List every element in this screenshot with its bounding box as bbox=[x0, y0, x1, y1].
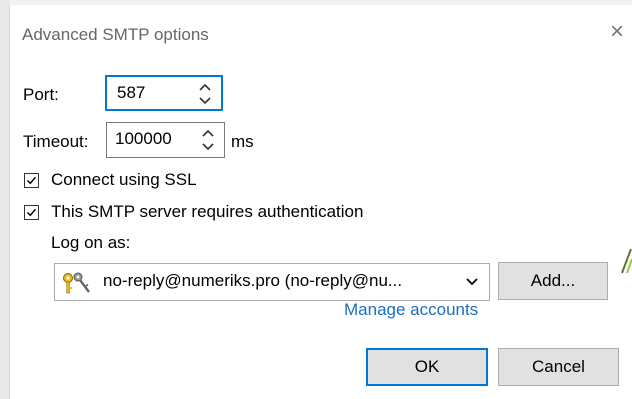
port-spinner[interactable]: 587 bbox=[105, 75, 223, 111]
timeout-label: Timeout: bbox=[23, 132, 89, 151]
add-account-button[interactable]: Add... bbox=[498, 262, 608, 300]
timeout-unit-label: ms bbox=[231, 132, 254, 151]
timeout-value[interactable]: 100000 bbox=[115, 129, 172, 149]
logon-label: Log on as: bbox=[51, 233, 131, 252]
background-arrow-fragment bbox=[621, 248, 632, 274]
keys-icon bbox=[63, 272, 90, 294]
checkmark-icon bbox=[26, 176, 37, 185]
ok-button[interactable]: OK bbox=[366, 348, 488, 386]
timeout-spinner[interactable]: 100000 bbox=[106, 122, 225, 158]
spin-arrows-icon[interactable] bbox=[200, 125, 216, 155]
manage-accounts-link[interactable]: Manage accounts bbox=[344, 300, 478, 320]
chevron-down-icon[interactable] bbox=[465, 277, 479, 287]
auth-checkbox[interactable] bbox=[24, 205, 39, 220]
auth-checkbox-label[interactable]: This SMTP server requires authentication bbox=[51, 202, 363, 222]
port-label: Port: bbox=[23, 85, 59, 104]
ssl-checkbox-label[interactable]: Connect using SSL bbox=[51, 170, 197, 190]
close-icon[interactable]: × bbox=[606, 20, 628, 44]
cancel-button[interactable]: Cancel bbox=[498, 348, 619, 386]
spin-arrows-icon[interactable] bbox=[197, 79, 213, 109]
port-value[interactable]: 587 bbox=[117, 83, 145, 103]
selected-account: no-reply@numeriks.pro (no-reply@nu... bbox=[103, 271, 403, 290]
account-dropdown[interactable]: no-reply@numeriks.pro (no-reply@nu... bbox=[54, 263, 490, 301]
advanced-smtp-options-dialog: Advanced SMTP options × Port: 587 Timeou… bbox=[9, 5, 632, 399]
dialog-title: Advanced SMTP options bbox=[22, 25, 209, 44]
checkmark-icon bbox=[26, 208, 37, 217]
background-window bbox=[0, 0, 9, 399]
ssl-checkbox[interactable] bbox=[24, 173, 39, 188]
